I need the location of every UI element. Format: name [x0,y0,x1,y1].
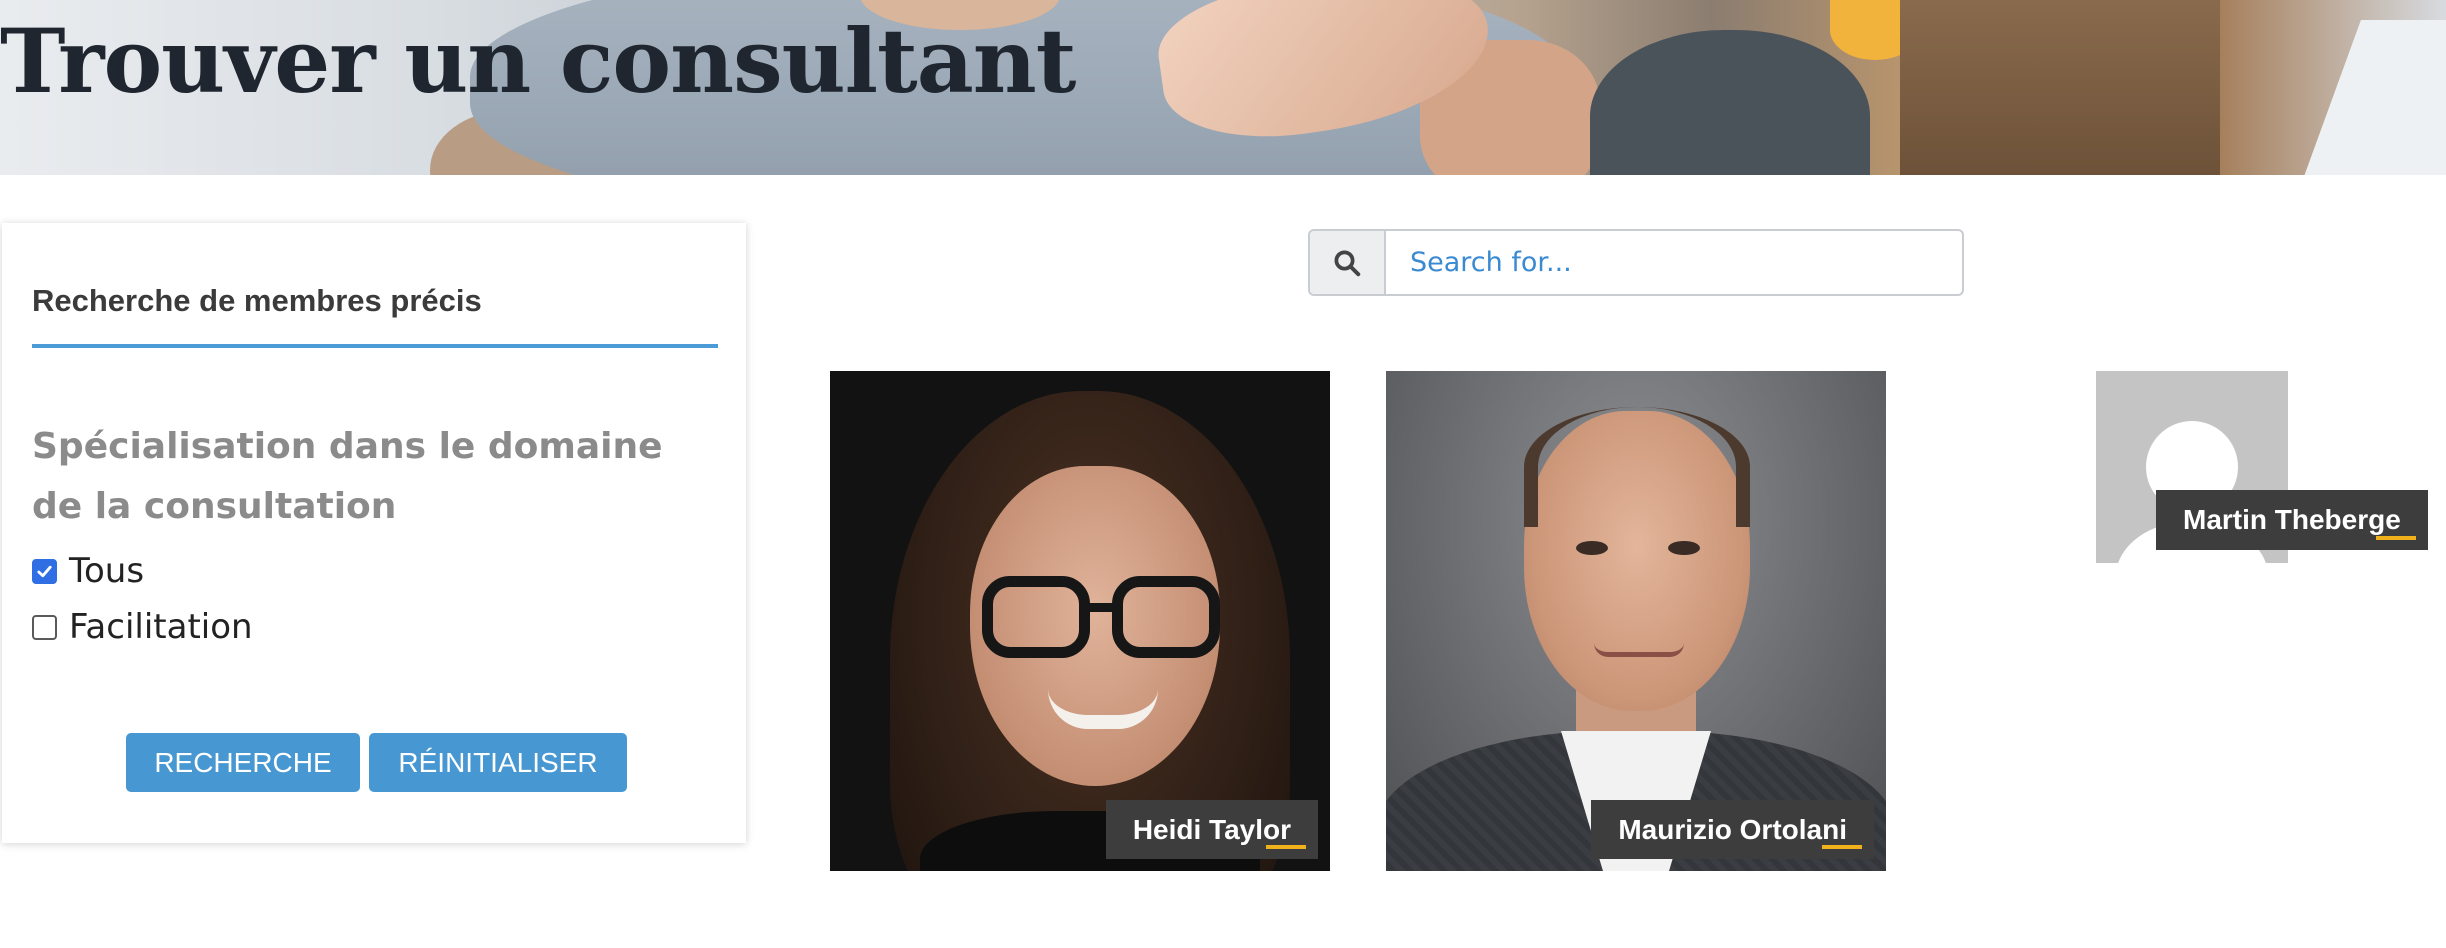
hero-banner: Trouver un consultant [0,0,2446,175]
member-photo-eye-left [1576,541,1608,555]
reset-button[interactable]: RÉINITIALISER [369,733,627,792]
filter-option-label: Tous [69,551,145,591]
member-photo-eye-right [1668,541,1700,555]
hero-photo-monitor [2299,20,2446,175]
member-name: Maurizio Ortolani [1618,813,1847,845]
member-name-label[interactable]: Maurizio Ortolani [1591,800,1874,859]
page-title: Trouver un consultant [0,9,1076,113]
checkbox-tous[interactable] [32,558,57,584]
member-card-martin-theberge[interactable]: Martin Theberge [2096,371,2428,563]
glasses-bridge [1085,603,1117,612]
search-icon [1334,250,1361,276]
name-label-accent [1822,845,1862,849]
member-card-maurizio-ortolani[interactable]: Maurizio Ortolani [1386,371,1886,871]
check-icon [37,565,52,577]
filter-option-label: Facilitation [69,607,253,647]
filter-option-tous[interactable]: Tous [32,551,144,591]
member-search-bar [1308,229,1964,296]
search-input[interactable] [1386,231,1962,294]
member-photo-mouth [1594,643,1684,657]
glasses-right-lens [1112,576,1220,658]
member-name-label[interactable]: Heidi Taylor [1105,800,1318,859]
filter-option-facilitation[interactable]: Facilitation [32,607,253,647]
member-name: Martin Theberge [2183,504,2401,535]
member-name: Heidi Taylor [1132,813,1291,845]
name-label-accent [2375,536,2416,540]
hero-photo-chair [1590,30,1870,175]
name-label-accent [1266,845,1306,849]
checkbox-facilitation[interactable] [32,614,57,640]
member-name-label[interactable]: Martin Theberge [2156,490,2428,550]
search-button[interactable]: RECHERCHE [126,733,360,792]
hero-photo-shelf [1900,0,2220,175]
member-photo-hair [1524,407,1750,527]
glasses-left-lens [982,576,1090,658]
member-card-heidi-taylor[interactable]: Heidi Taylor [830,371,1330,871]
specialisation-heading: Spécialisation dans le domaine de la con… [32,426,663,527]
member-filter-panel: Recherche de membres précis Spécialisati… [2,223,746,843]
filter-panel-title: Recherche de membres précis [32,283,482,318]
search-addon[interactable] [1310,231,1386,294]
filter-title-divider [32,344,718,348]
